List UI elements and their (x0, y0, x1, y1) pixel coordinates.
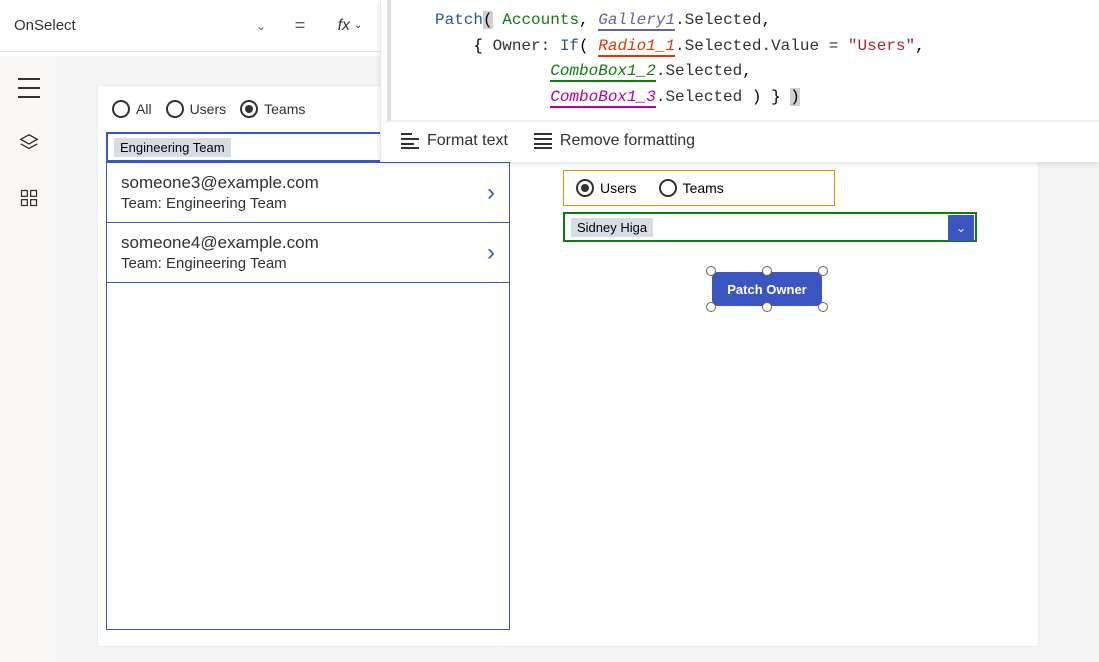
chevron-down-icon: ⌄ (948, 215, 974, 241)
layers-icon[interactable] (18, 132, 40, 154)
formula-editor[interactable]: Patch( Accounts, Gallery1.Selected, { Ow… (387, 0, 1099, 121)
radio-all[interactable]: All (112, 100, 152, 118)
apps-icon[interactable] (19, 188, 39, 208)
radio-label: Users (600, 180, 637, 196)
token-combobox: ComboBox1_2 (550, 62, 656, 82)
remove-formatting-button[interactable]: Remove formatting (534, 132, 695, 150)
radio-label: Teams (264, 101, 305, 117)
combobox-value: Sidney Higa (571, 218, 653, 237)
radio-icon (576, 179, 594, 197)
button-label: Patch Owner (727, 282, 806, 297)
token-function: Patch (435, 11, 483, 29)
radio-users[interactable]: Users (166, 100, 227, 118)
formula-bar-panel: Patch( Accounts, Gallery1.Selected, { Ow… (380, 0, 1099, 162)
radio-label: All (136, 101, 152, 117)
property-dropdown-label: OnSelect (14, 17, 76, 34)
app-canvas: All Users Teams Engineering Team ⌄ someo… (98, 86, 1038, 646)
selection-handle[interactable] (706, 266, 716, 276)
patch-owner-button-selection[interactable]: Patch Owner (712, 272, 822, 306)
format-text-button[interactable]: Format text (401, 132, 508, 150)
chevron-down-icon: ⌄ (256, 19, 266, 33)
radio-label: Users (190, 101, 227, 117)
radio-teams[interactable]: Teams (240, 100, 305, 118)
format-text-icon (401, 133, 419, 149)
radio-icon (112, 100, 130, 118)
gallery-item[interactable]: someone3@example.com Team: Engineering T… (107, 163, 509, 223)
combobox-value: Engineering Team (114, 138, 231, 157)
remove-formatting-icon (534, 133, 552, 149)
radio-users-right[interactable]: Users (576, 179, 637, 197)
radio-owner-type[interactable]: Users Teams (563, 170, 835, 206)
radio-icon (240, 100, 258, 118)
token-radio: Radio1_1 (598, 37, 675, 57)
chevron-right-icon[interactable]: › (487, 179, 495, 207)
radio-icon (659, 179, 677, 197)
property-dropdown[interactable]: OnSelect ⌄ (0, 0, 280, 52)
gallery-item-email: someone3@example.com (121, 173, 495, 193)
equals-sign: = (280, 0, 320, 52)
token-datasource: Accounts (502, 11, 579, 29)
radio-filter-left[interactable]: All Users Teams (112, 100, 305, 118)
gallery-item-email: someone4@example.com (121, 233, 495, 253)
gallery[interactable]: someone3@example.com Team: Engineering T… (106, 162, 510, 630)
radio-label: Teams (683, 180, 724, 196)
selection-handle[interactable] (762, 266, 772, 276)
patch-owner-button[interactable]: Patch Owner (712, 272, 822, 306)
remove-formatting-label: Remove formatting (560, 132, 695, 150)
selection-handle[interactable] (762, 302, 772, 312)
token-gallery: Gallery1 (598, 11, 675, 31)
radio-icon (166, 100, 184, 118)
selection-handle[interactable] (706, 302, 716, 312)
gallery-item[interactable]: someone4@example.com Team: Engineering T… (107, 223, 509, 283)
token-combobox: ComboBox1_3 (550, 88, 656, 108)
selection-handle[interactable] (818, 302, 828, 312)
format-text-label: Format text (427, 132, 508, 150)
fx-label: fx (338, 17, 350, 35)
chevron-right-icon[interactable]: › (487, 239, 495, 267)
selection-handle[interactable] (818, 266, 828, 276)
chevron-down-icon: ⌄ (354, 20, 362, 31)
radio-teams-right[interactable]: Teams (659, 179, 724, 197)
hamburger-icon[interactable] (18, 78, 40, 98)
gallery-item-team: Team: Engineering Team (121, 195, 495, 212)
fx-button[interactable]: fx ⌄ (320, 0, 380, 52)
combobox-owner[interactable]: Sidney Higa ⌄ (563, 212, 977, 242)
gallery-item-team: Team: Engineering Team (121, 255, 495, 272)
left-rail (0, 56, 58, 662)
